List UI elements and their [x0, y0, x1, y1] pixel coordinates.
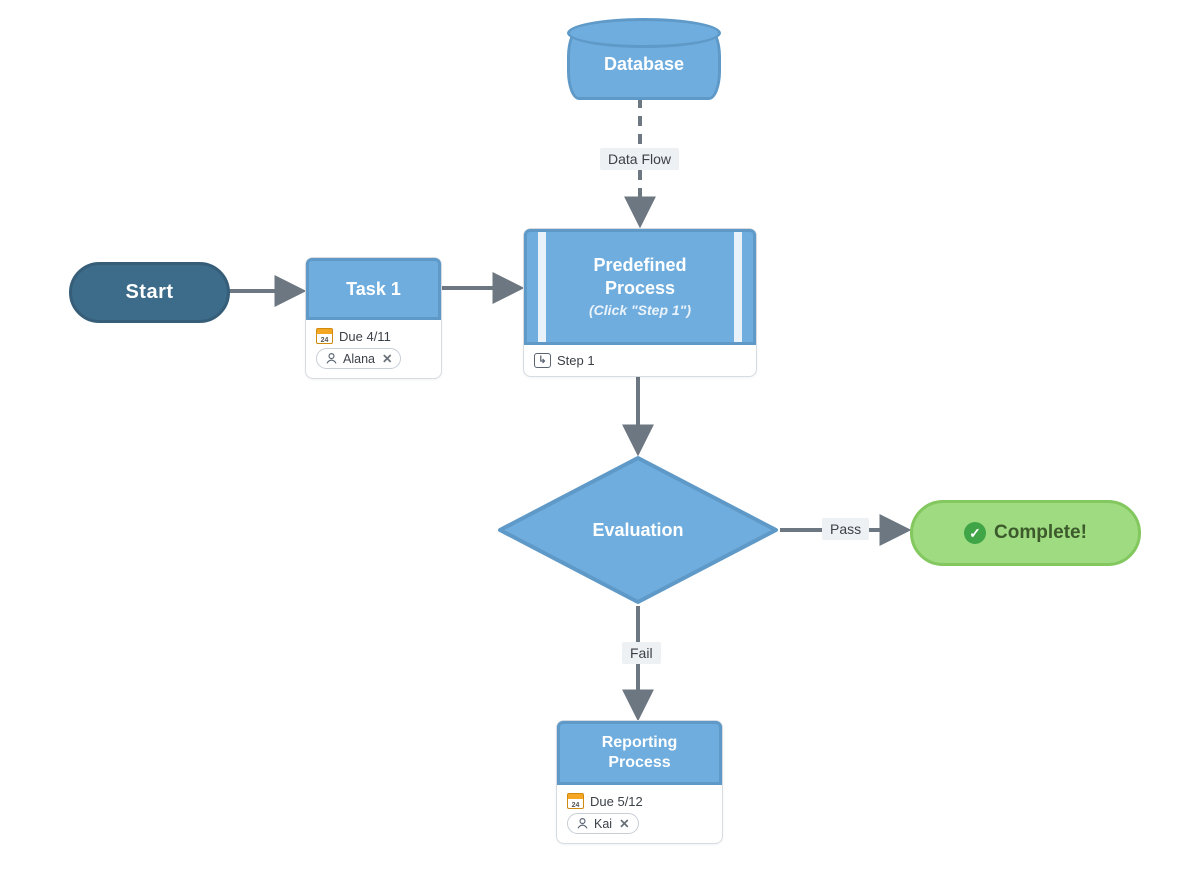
reporting-head: Reporting Process [557, 721, 722, 785]
node-reporting[interactable]: Reporting Process Due 5/12 Kai ✕ [556, 720, 723, 844]
task1-assignee-name: Alana [343, 352, 375, 366]
reporting-assignee-tag[interactable]: Kai ✕ [567, 813, 639, 834]
node-task1[interactable]: Task 1 Due 4/11 Alana ✕ [305, 257, 442, 379]
person-icon [325, 352, 338, 365]
predefined-subprocess-label: Step 1 [557, 353, 595, 368]
task1-due-text: Due 4/11 [339, 329, 391, 344]
task1-assignee-tag[interactable]: Alana ✕ [316, 348, 401, 369]
predefined-hint: (Click "Step 1") [589, 302, 691, 320]
predefined-subprocess-link[interactable]: ↳ Step 1 [534, 353, 746, 368]
node-start[interactable]: Start [69, 262, 230, 323]
remove-assignee-icon[interactable]: ✕ [619, 816, 629, 831]
edge-label-fail: Fail [622, 642, 661, 664]
flowchart-canvas[interactable]: Database Data Flow Start Task 1 Due 4/11… [0, 0, 1200, 895]
node-complete-label: Complete! [994, 522, 1087, 544]
predefined-bar-right [734, 232, 742, 342]
calendar-icon [567, 793, 584, 809]
predefined-title: Predefined Process [570, 254, 710, 299]
enter-subprocess-icon: ↳ [534, 353, 551, 368]
edge-label-pass: Pass [822, 518, 869, 540]
evaluation-label: Evaluation [497, 455, 779, 605]
edge-label-dataflow: Data Flow [600, 148, 679, 170]
node-complete[interactable]: ✓ Complete! [910, 500, 1141, 566]
reporting-due: Due 5/12 [567, 793, 712, 809]
reporting-assignee-name: Kai [594, 817, 612, 831]
node-database-label: Database [604, 54, 684, 75]
check-circle-icon: ✓ [964, 522, 986, 544]
node-predefined-process[interactable]: Predefined Process (Click "Step 1") ↳ St… [523, 228, 757, 377]
calendar-icon [316, 328, 333, 344]
task1-due: Due 4/11 [316, 328, 431, 344]
remove-assignee-icon[interactable]: ✕ [382, 351, 392, 366]
predefined-head: Predefined Process (Click "Step 1") [524, 229, 756, 345]
reporting-due-text: Due 5/12 [590, 794, 643, 809]
node-start-label: Start [125, 281, 173, 304]
database-lid [567, 18, 721, 48]
node-task1-label: Task 1 [346, 278, 401, 301]
predefined-bar-left [538, 232, 546, 342]
node-task1-head: Task 1 [306, 258, 441, 320]
reporting-label: Reporting Process [580, 733, 700, 773]
person-icon [576, 817, 589, 830]
node-evaluation[interactable]: Evaluation [497, 455, 779, 605]
